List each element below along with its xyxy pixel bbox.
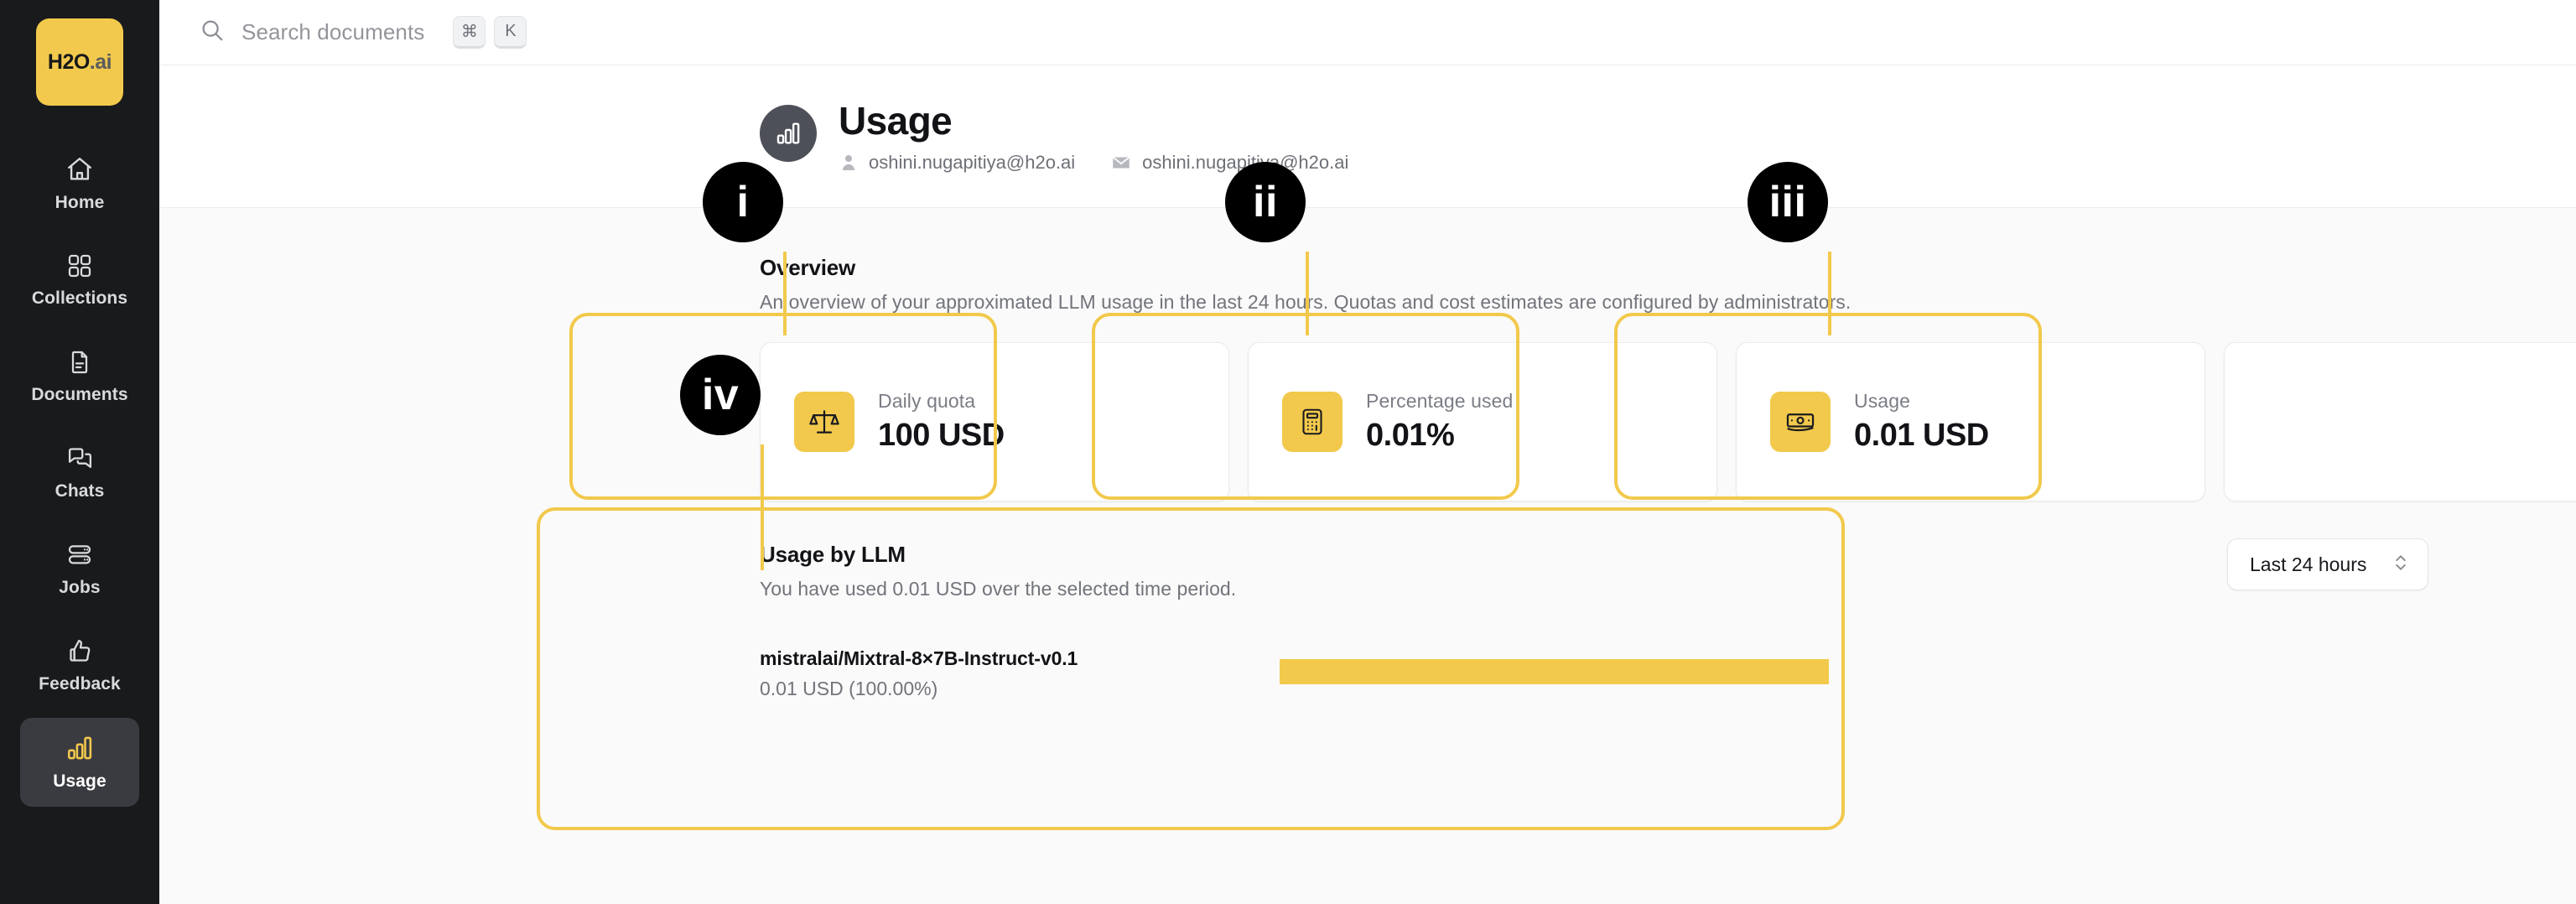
sidebar-item-collections[interactable]: Collections xyxy=(20,236,139,325)
usage-by-llm-heading: Usage by LLM xyxy=(760,542,906,568)
metric-card-value: 0.01% xyxy=(1366,418,1455,454)
sidebar-item-label: Documents xyxy=(31,384,128,404)
metric-card-usage: Usage 0.01 USD xyxy=(1736,342,2205,502)
usage-by-llm-panel: Usage by LLM You have used 0.01 USD over… xyxy=(760,538,2428,700)
llm-usage-bar-fill xyxy=(1280,659,1829,685)
sidebar-item-label: Home xyxy=(55,192,105,212)
time-range-select[interactable]: Last 24 hours xyxy=(2227,538,2428,591)
page-title: Usage xyxy=(839,99,953,143)
overview-cards: Daily quota 100 USD Percentage used 0.01… xyxy=(760,342,2576,502)
chevron-updown-icon xyxy=(2392,552,2409,578)
collections-icon xyxy=(66,252,93,279)
documents-icon xyxy=(66,349,93,376)
calculator-icon xyxy=(1282,392,1343,453)
page-email: oshini.nugapitiya@h2o.ai xyxy=(1110,152,1348,174)
kbd-k: K xyxy=(494,16,527,49)
scales-icon xyxy=(794,392,854,453)
jobs-icon xyxy=(66,542,93,569)
metric-card-empty xyxy=(2224,342,2576,502)
overview-description: An overview of your approximated LLM usa… xyxy=(760,291,1852,314)
feedback-icon xyxy=(66,637,94,665)
llm-usage-bar-track xyxy=(1280,659,2428,685)
search-shortcut: ⌘ K xyxy=(453,16,527,49)
top-bar: Search documents ⌘ K xyxy=(159,0,2576,65)
mail-icon xyxy=(1112,157,1130,169)
bar-chart-icon xyxy=(776,122,800,144)
llm-usage-row: mistralai/Mixtral-8×7B-Instruct-v0.1 0.0… xyxy=(760,647,2428,700)
sidebar-item-home[interactable]: Home xyxy=(20,139,139,228)
search-icon xyxy=(200,18,225,47)
brand-name-main: H2O xyxy=(47,49,90,74)
metric-card-label: Percentage used xyxy=(1366,390,1514,413)
page-meta: oshini.nugapitiya@h2o.ai oshini.nugapiti… xyxy=(839,152,1348,174)
page-user: oshini.nugapitiya@h2o.ai xyxy=(839,152,1075,174)
sidebar-item-documents[interactable]: Documents xyxy=(20,332,139,421)
search-input[interactable]: Search documents ⌘ K xyxy=(200,16,2576,49)
person-icon xyxy=(843,155,854,171)
sidebar-item-usage[interactable]: Usage xyxy=(20,718,139,807)
sidebar-nav: Home Collections Documents Chats Jobs Fe… xyxy=(0,139,159,807)
chats-icon xyxy=(66,444,94,472)
kbd-command: ⌘ xyxy=(453,16,486,49)
time-range-value: Last 24 hours xyxy=(2250,553,2367,575)
page-email-value: oshini.nugapitiya@h2o.ai xyxy=(1142,152,1349,174)
sidebar-item-label: Chats xyxy=(55,481,105,501)
page-title-badge xyxy=(760,105,817,162)
metric-card-value: 100 USD xyxy=(878,418,1005,454)
home-icon xyxy=(65,155,94,184)
metric-card-label: Usage xyxy=(1854,390,1910,413)
sidebar-item-chats[interactable]: Chats xyxy=(20,429,139,517)
banknote-icon xyxy=(1770,392,1831,453)
sidebar-item-feedback[interactable]: Feedback xyxy=(20,621,139,710)
page-user-name: oshini.nugapitiya@h2o.ai xyxy=(869,152,1076,174)
metric-card-value: 0.01 USD xyxy=(1854,418,1989,454)
sidebar-item-label: Jobs xyxy=(59,577,101,597)
brand-name-suffix: .ai xyxy=(89,49,112,74)
overview-heading: Overview xyxy=(760,255,856,281)
llm-model-cost: 0.01 USD (100.00%) xyxy=(760,678,938,700)
search-placeholder: Search documents xyxy=(242,19,425,44)
content-area: Overview An overview of your approximate… xyxy=(159,208,2576,904)
sidebar-item-label: Feedback xyxy=(39,674,121,694)
app-root: H2O .ai Home Collections Documents Chats… xyxy=(0,0,2576,904)
sidebar: H2O .ai Home Collections Documents Chats… xyxy=(0,0,159,904)
usage-icon xyxy=(65,734,94,762)
llm-model-name: mistralai/Mixtral-8×7B-Instruct-v0.1 xyxy=(760,647,1078,670)
usage-by-llm-description: You have used 0.01 USD over the selected… xyxy=(760,578,1237,600)
brand-logo[interactable]: H2O .ai xyxy=(36,18,123,106)
metric-card-percentage-used: Percentage used 0.01% xyxy=(1248,342,1717,502)
sidebar-item-label: Collections xyxy=(31,288,128,308)
sidebar-item-jobs[interactable]: Jobs xyxy=(20,525,139,614)
page-header: Usage oshini.nugapitiya@h2o.ai oshini.nu… xyxy=(159,65,2576,209)
metric-card-daily-quota: Daily quota 100 USD xyxy=(760,342,1229,502)
sidebar-item-label: Usage xyxy=(53,771,106,791)
metric-card-label: Daily quota xyxy=(878,390,976,413)
main-area: Search documents ⌘ K Usage oshini.nugapi… xyxy=(159,0,2576,904)
